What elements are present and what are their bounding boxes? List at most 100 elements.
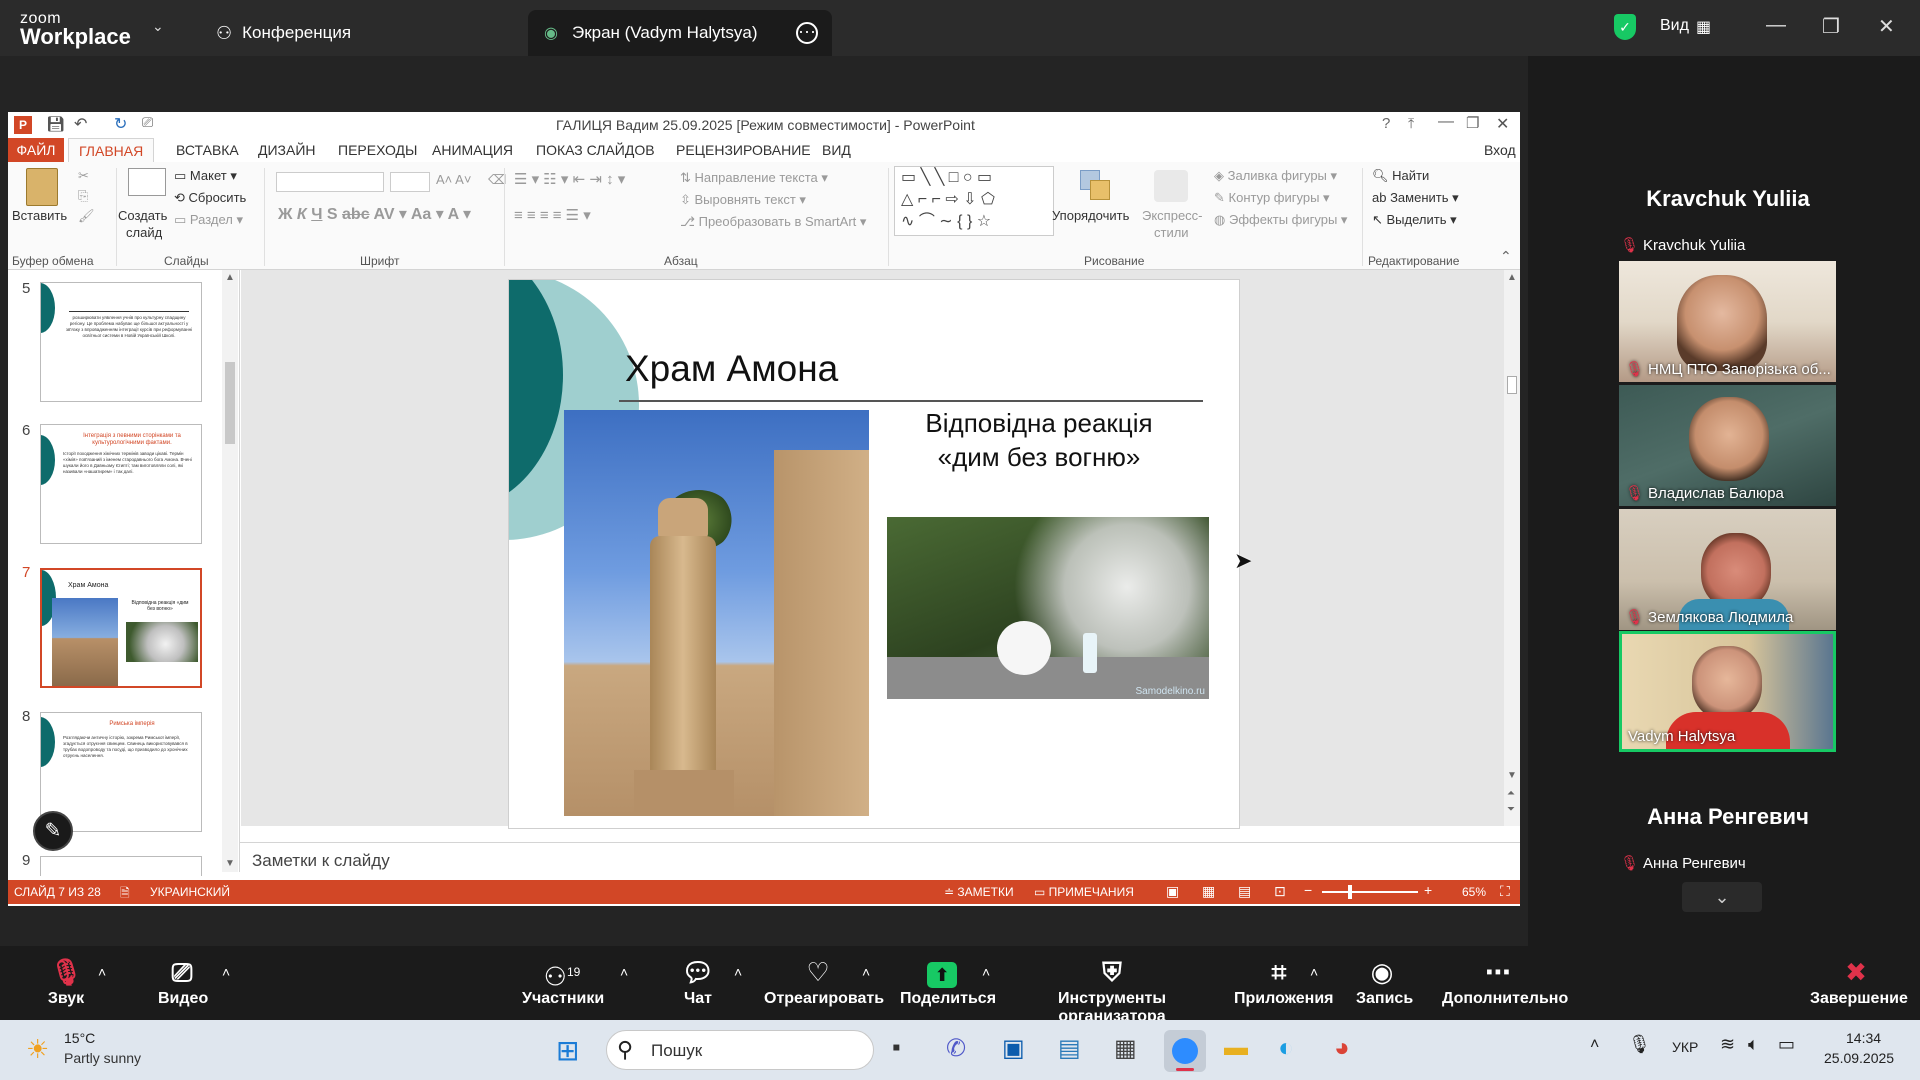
clock-date[interactable]: 25.09.2025: [1824, 1050, 1894, 1066]
record-button[interactable]: ◉ Запись: [1356, 954, 1413, 1008]
chat-chevron-icon[interactable]: ˄: [734, 964, 742, 980]
collapse-ribbon-icon[interactable]: ⌃: [1500, 248, 1512, 265]
photos-icon[interactable]: ▤: [1058, 1034, 1081, 1063]
more-options-icon[interactable]: ···: [796, 22, 818, 44]
paste-button[interactable]: Вставить: [12, 208, 67, 223]
smartart-button[interactable]: ⎇ Преобразовать в SmartArt ▾: [680, 214, 866, 230]
edge-icon[interactable]: ◐: [1278, 1032, 1294, 1063]
slideshow-view-icon[interactable]: ⊡: [1274, 883, 1286, 900]
thumbnails-scrollbar[interactable]: ▲ ▼: [222, 270, 238, 872]
help-icon[interactable]: ?: [1382, 115, 1390, 132]
reset-button[interactable]: ⟲ Сбросить: [174, 190, 246, 206]
wifi-icon[interactable]: ≋: [1720, 1034, 1735, 1055]
react-chevron-icon[interactable]: ˄: [862, 964, 870, 980]
zoom-level[interactable]: 65%: [1462, 885, 1486, 899]
calculator-icon[interactable]: ▦: [1114, 1034, 1137, 1063]
tab-review[interactable]: РЕЦЕНЗИРОВАНИЕ: [676, 142, 811, 158]
scrollbar-thumb[interactable]: [1507, 376, 1517, 394]
file-explorer-icon[interactable]: ▬: [1224, 1034, 1248, 1062]
app-icon[interactable]: ▪: [892, 1034, 901, 1062]
tab-conference[interactable]: ⚇ Конференция: [200, 10, 367, 56]
quick-styles-icon[interactable]: [1154, 170, 1188, 202]
tab-insert[interactable]: ВСТАВКА: [176, 142, 239, 158]
tab-view[interactable]: ВИД: [822, 142, 851, 158]
align-text-button[interactable]: ⇳ Выровнять текст ▾: [680, 192, 806, 208]
slide-thumbnail-selected[interactable]: Храм Амона Відповідна реакція «дим без в…: [40, 568, 202, 688]
fit-slide-icon[interactable]: ⛶: [1500, 883, 1510, 900]
store-icon[interactable]: ▣: [1002, 1034, 1025, 1063]
tab-animation[interactable]: АНИМАЦИЯ: [432, 142, 513, 158]
slide-thumbnail[interactable]: Інтеграція з певними сторінками та культ…: [40, 424, 202, 544]
copy-icon[interactable]: ⎘: [78, 188, 88, 204]
slide-thumbnail[interactable]: розширювати уявлення учнів про культурну…: [40, 282, 202, 402]
volume-icon[interactable]: 🔈︎: [1748, 1034, 1759, 1055]
new-slide-button-line2[interactable]: слайд: [126, 225, 162, 240]
shape-outline-button[interactable]: ✎ Контур фигуры ▾: [1214, 190, 1330, 206]
shape-fill-button[interactable]: ◈ Заливка фигуры ▾: [1214, 168, 1337, 184]
zoom-out-icon[interactable]: −: [1304, 882, 1312, 898]
weather-desc[interactable]: Partly sunny: [64, 1050, 141, 1066]
tab-slideshow[interactable]: ПОКАЗ СЛАЙДОВ: [536, 142, 655, 158]
editor-scrollbar[interactable]: ▲ ▼ ⏶ ⏷: [1504, 270, 1520, 826]
minimize-icon[interactable]: —: [1766, 14, 1786, 37]
tab-design[interactable]: ДИЗАЙН: [258, 142, 316, 158]
battery-icon[interactable]: ▭: [1778, 1034, 1795, 1055]
notes-toggle[interactable]: ≐ ЗАМЕТКИ: [944, 885, 1014, 899]
grow-font-icon[interactable]: A˄ A˅: [436, 172, 471, 187]
tray-expand-chevron-icon[interactable]: ˄: [1590, 1036, 1599, 1054]
reading-view-icon[interactable]: ▤: [1238, 883, 1251, 900]
annotate-pen-icon[interactable]: ✎: [33, 811, 73, 851]
audio-button[interactable]: 🎙︎ Звук: [46, 954, 86, 1008]
participants-chevron-icon[interactable]: ˄: [620, 964, 628, 980]
ribbon-display-icon[interactable]: ⤒: [1408, 115, 1414, 132]
scrollbar-thumb[interactable]: [225, 362, 235, 444]
participants-button[interactable]: ⚇19 Участники: [522, 954, 604, 1008]
find-button[interactable]: 🔍︎ Найти: [1372, 168, 1429, 184]
scroll-up-icon[interactable]: ▲: [225, 272, 235, 283]
slideshow-start-icon[interactable]: ⎚: [142, 114, 153, 131]
format-painter-icon[interactable]: 🖌︎: [78, 208, 95, 224]
video-tile[interactable]: 🎙︎ НМЦ ПТО Запорізька об...: [1619, 261, 1836, 382]
tab-file[interactable]: ФАЙЛ: [8, 138, 64, 162]
react-button[interactable]: ♡ Отреагировать: [764, 954, 884, 1008]
windows-start-icon[interactable]: ⊞: [556, 1034, 579, 1067]
more-button[interactable]: ⋯ Дополнительно: [1442, 954, 1568, 1008]
quick-styles-button[interactable]: Экспресс-: [1142, 208, 1203, 223]
arrange-button[interactable]: Упорядочить: [1052, 208, 1129, 223]
weather-sun-icon[interactable]: ☀: [26, 1034, 49, 1065]
next-slide-icon[interactable]: ⏷: [1507, 804, 1515, 815]
share-chevron-icon[interactable]: ˄: [982, 964, 990, 980]
share-button[interactable]: ⬆ Поделиться: [900, 954, 996, 1008]
weather-temp[interactable]: 15°C: [64, 1030, 95, 1046]
scroll-up-icon[interactable]: ▲: [1507, 272, 1517, 283]
video-tile[interactable]: 🎙︎ Владислав Балюра: [1619, 385, 1836, 506]
audio-options-chevron-icon[interactable]: ˄: [98, 964, 106, 980]
redo-icon[interactable]: ↻: [114, 114, 127, 134]
tab-transitions[interactable]: ПЕРЕХОДЫ: [338, 142, 417, 158]
arrange-icon[interactable]: [1078, 168, 1112, 202]
language-indicator[interactable]: УКРАИНСКИЙ: [150, 885, 230, 899]
undo-icon[interactable]: ↶: [74, 114, 87, 134]
new-slide-button[interactable]: Создать: [118, 208, 167, 223]
video-button[interactable]: ⎚ Видео: [158, 954, 208, 1008]
tab-home[interactable]: ГЛАВНАЯ: [68, 138, 155, 163]
ppt-minimize-icon[interactable]: —: [1438, 113, 1454, 131]
chat-button[interactable]: 💬︎ Чат: [680, 954, 716, 1008]
ppt-maximize-icon[interactable]: ❐: [1466, 114, 1479, 132]
replace-button[interactable]: ab Заменить ▾: [1372, 190, 1459, 206]
shape-effects-button[interactable]: ◍ Эффекты фигуры ▾: [1214, 212, 1347, 228]
shield-check-icon[interactable]: ✓: [1614, 14, 1636, 40]
font-size-select[interactable]: [390, 172, 430, 192]
host-tools-button[interactable]: ⛨ Инструменты организатора: [1014, 954, 1210, 1026]
text-direction-button[interactable]: ⇅ Направление текста ▾: [680, 170, 828, 186]
font-style-buttons[interactable]: Ж К Ч S abc AV ▾ Aa ▾ A ▾: [278, 204, 471, 224]
zoom-slider-handle[interactable]: [1348, 885, 1352, 899]
font-family-select[interactable]: [276, 172, 384, 192]
ppt-close-icon[interactable]: ✕: [1496, 114, 1509, 134]
zoom-slider[interactable]: [1322, 891, 1418, 893]
video-tile[interactable]: 🎙︎ Землякова Людмила: [1619, 509, 1836, 630]
scroll-participants-down-icon[interactable]: ⌄: [1682, 882, 1762, 912]
clock-time[interactable]: 14:34: [1846, 1030, 1881, 1046]
grid-view-icon[interactable]: ▦: [1696, 17, 1711, 37]
select-button[interactable]: ↖ Выделить ▾: [1372, 212, 1457, 228]
